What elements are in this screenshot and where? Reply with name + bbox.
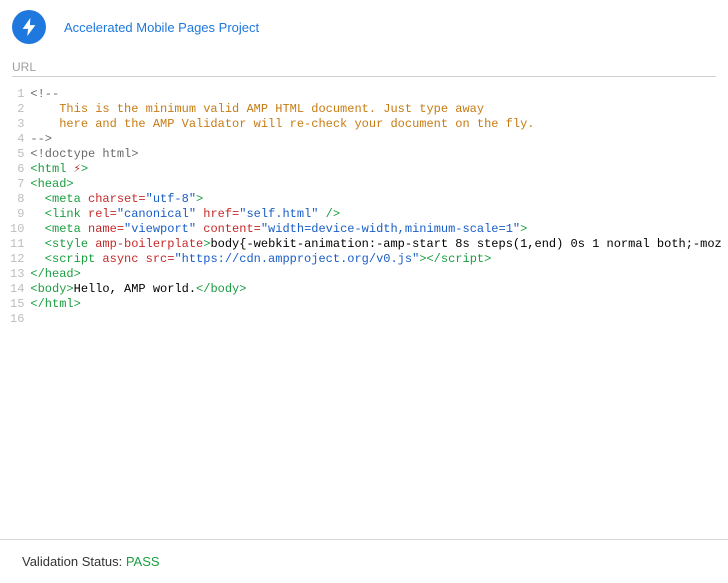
code-line[interactable]: <style amp-boilerplate>body{-webkit-anim… [30, 237, 714, 252]
brand-title: Accelerated Mobile Pages Project [64, 20, 259, 35]
code-editor[interactable]: 12345678910111213141516 <!-- This is the… [6, 87, 722, 343]
code-line[interactable]: here and the AMP Validator will re-check… [30, 117, 714, 132]
code-scroll[interactable]: <!-- This is the minimum valid AMP HTML … [30, 87, 722, 343]
code-line[interactable]: --> [30, 132, 714, 147]
editor-container: 12345678910111213141516 <!-- This is the… [0, 77, 728, 343]
status-label: Validation Status: [22, 554, 122, 569]
code-line[interactable]: <!doctype html> [30, 147, 714, 162]
amp-logo-icon [12, 10, 46, 44]
url-label: URL [12, 60, 716, 76]
code-content[interactable]: <!-- This is the minimum valid AMP HTML … [30, 87, 714, 327]
code-line[interactable] [30, 312, 714, 327]
code-line[interactable]: <html ⚡> [30, 162, 714, 177]
code-line[interactable]: <head> [30, 177, 714, 192]
code-line[interactable]: <body>Hello, AMP world.</body> [30, 282, 714, 297]
code-line[interactable]: <link rel="canonical" href="self.html" /… [30, 207, 714, 222]
code-line[interactable]: </head> [30, 267, 714, 282]
code-line[interactable]: <script async src="https://cdn.ampprojec… [30, 252, 714, 267]
code-line[interactable]: <meta name="viewport" content="width=dev… [30, 222, 714, 237]
status-bar: Validation Status: PASS [0, 539, 728, 583]
url-section: URL [0, 54, 728, 77]
code-line[interactable]: <meta charset="utf-8"> [30, 192, 714, 207]
code-line[interactable]: </html> [30, 297, 714, 312]
line-gutter: 12345678910111213141516 [6, 87, 30, 343]
code-line[interactable]: This is the minimum valid AMP HTML docum… [30, 102, 714, 117]
code-line[interactable]: <!-- [30, 87, 714, 102]
status-value: PASS [126, 554, 160, 569]
header: Accelerated Mobile Pages Project [0, 0, 728, 54]
